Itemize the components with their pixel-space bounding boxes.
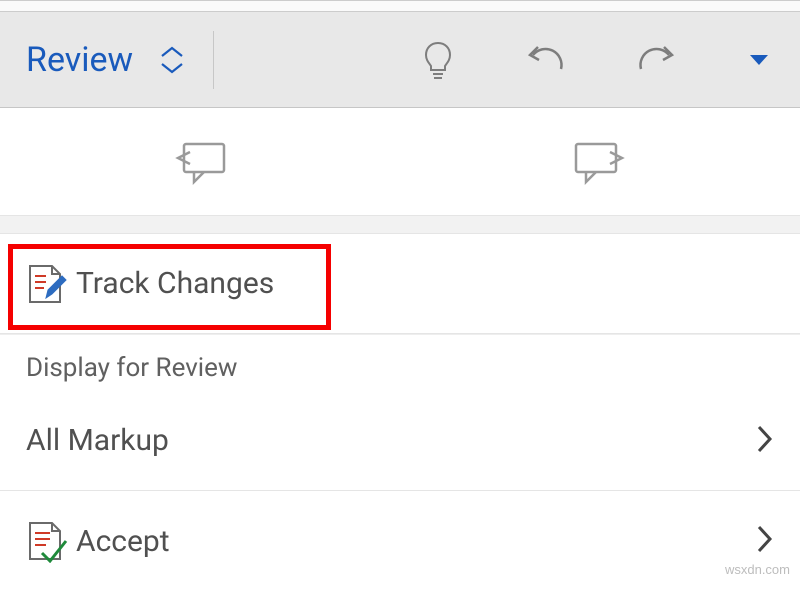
toolbar: Review — [0, 12, 800, 108]
chevron-right-icon — [756, 524, 774, 558]
redo-icon — [636, 43, 678, 77]
chevron-right-icon — [756, 424, 774, 458]
track-changes-icon — [26, 262, 76, 306]
watermark: wsxdn.com — [725, 562, 790, 577]
next-comment-button[interactable] — [400, 108, 800, 215]
undo-button[interactable] — [524, 43, 566, 77]
comment-nav-row — [0, 108, 800, 216]
tell-me-button[interactable] — [422, 40, 454, 80]
ribbon-tab-selector[interactable]: Review — [10, 40, 185, 80]
track-changes-item[interactable]: Track Changes — [0, 234, 800, 334]
more-button[interactable] — [748, 53, 770, 67]
redo-button[interactable] — [636, 43, 678, 77]
all-markup-label: All Markup — [26, 423, 756, 458]
previous-comment-button[interactable] — [0, 108, 400, 215]
chevron-up-down-icon — [159, 46, 185, 74]
previous-comment-icon — [170, 138, 230, 186]
next-comment-icon — [570, 138, 630, 186]
accept-label: Accept — [76, 524, 756, 559]
accept-item[interactable]: Accept — [0, 491, 800, 591]
undo-icon — [524, 43, 566, 77]
lightbulb-icon — [422, 40, 454, 80]
toolbar-actions — [422, 40, 790, 80]
track-changes-label: Track Changes — [76, 266, 774, 301]
ribbon-tab-label: Review — [26, 40, 133, 80]
top-thin-bar — [0, 0, 800, 12]
all-markup-item[interactable]: All Markup — [0, 391, 800, 491]
accept-icon — [26, 519, 76, 563]
display-for-review-header: Display for Review — [0, 335, 800, 391]
toolbar-divider — [213, 31, 214, 89]
dropdown-triangle-icon — [748, 53, 770, 67]
section-spacer — [0, 216, 800, 234]
